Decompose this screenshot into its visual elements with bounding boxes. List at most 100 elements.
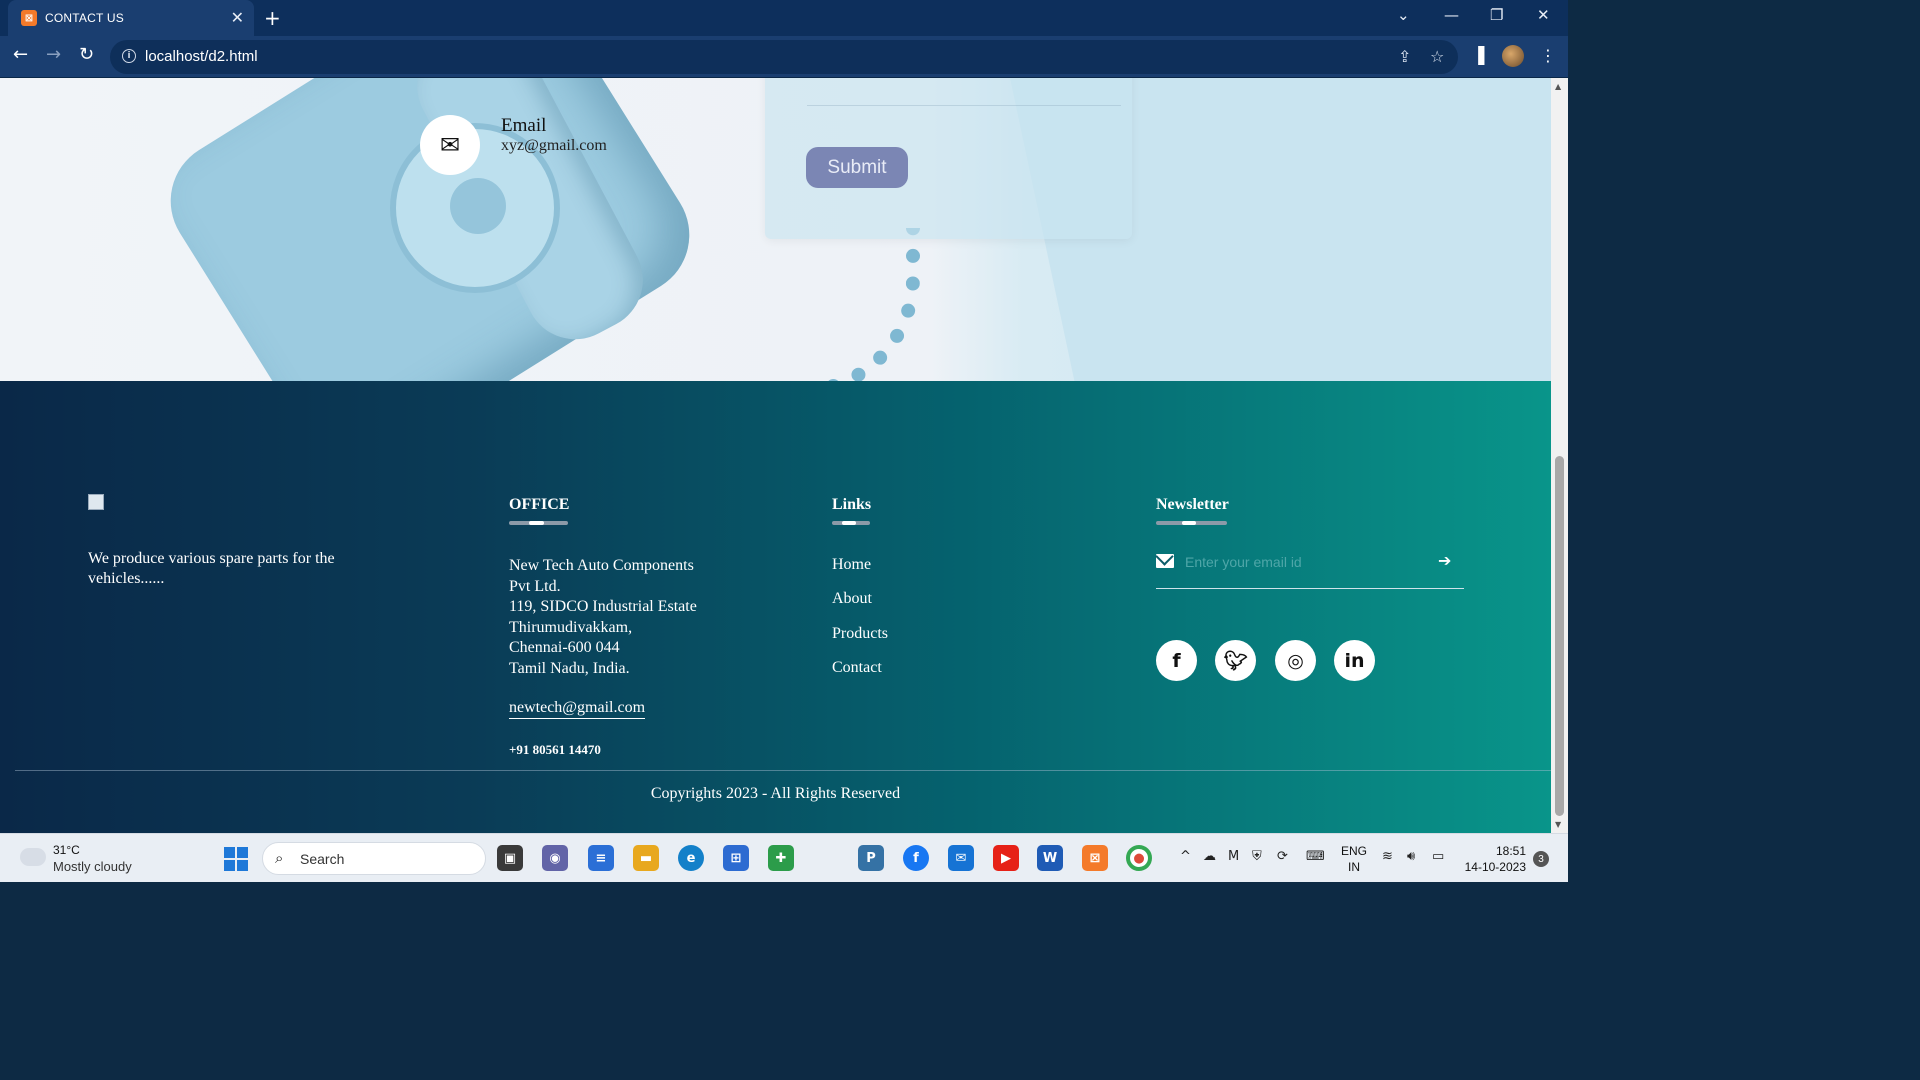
address-line: New Tech Auto Components bbox=[509, 557, 694, 574]
clock-date: 14-10-2023 bbox=[1464, 860, 1526, 874]
browser-tab-contact-us[interactable]: ⊠ CONTACT US ✕ bbox=[8, 0, 254, 36]
address-line: Pvt Ltd. bbox=[509, 577, 561, 595]
close-window-icon[interactable]: ✕ bbox=[1537, 6, 1550, 24]
input-language[interactable]: ENG IN bbox=[1341, 843, 1367, 875]
contact-hero-section: ✉ Email xyz@gmail.com Submit bbox=[0, 78, 1551, 381]
app-installer-icon[interactable]: ✚ bbox=[768, 845, 794, 871]
page-viewport: ✉ Email xyz@gmail.com Submit We produce … bbox=[0, 78, 1551, 833]
notepad-icon[interactable]: ≡ bbox=[588, 845, 614, 871]
battery-icon[interactable]: ▭ bbox=[1432, 849, 1444, 864]
browser-tab-bar: ⊠ CONTACT US ✕ + ⌄ — ❐ ✕ bbox=[0, 0, 1568, 36]
search-icon: ⌕ bbox=[275, 849, 284, 867]
notification-badge[interactable]: 3 bbox=[1533, 851, 1549, 867]
instagram-icon[interactable]: ◎ bbox=[1275, 640, 1316, 681]
teams-chat-icon[interactable]: ◉ bbox=[542, 845, 568, 871]
office-email-link[interactable]: newtech@gmail.com bbox=[509, 699, 646, 719]
bookmark-star-icon[interactable]: ☆ bbox=[1430, 47, 1444, 66]
scroll-down-arrow-icon[interactable]: ▼ bbox=[1555, 820, 1561, 829]
show-hidden-icons-chevron-icon[interactable]: ^ bbox=[1180, 849, 1191, 864]
more-menu-icon[interactable]: ⋮ bbox=[1540, 46, 1556, 65]
side-panel-icon[interactable]: ▐ bbox=[1472, 46, 1484, 65]
office-heading: OFFICE bbox=[509, 496, 570, 513]
minimize-window-icon[interactable]: — bbox=[1444, 6, 1459, 24]
arrow-right-icon[interactable]: ➔ bbox=[1438, 551, 1451, 570]
tab-search-chevron-icon[interactable]: ⌄ bbox=[1397, 6, 1410, 24]
url-text[interactable]: localhost/d2.html bbox=[145, 48, 258, 65]
region-code: IN bbox=[1348, 860, 1360, 874]
reload-icon[interactable]: ↻ bbox=[79, 44, 94, 65]
system-clock[interactable]: 18:51 14-10-2023 bbox=[1464, 843, 1526, 875]
keyboard-icon[interactable]: ⌨ bbox=[1306, 849, 1325, 864]
weather-temperature[interactable]: 31°C bbox=[53, 843, 80, 857]
edge-browser-icon[interactable]: e bbox=[678, 845, 704, 871]
gmail-tray-icon[interactable]: M bbox=[1228, 849, 1239, 864]
security-shield-icon[interactable]: ⛨ bbox=[1252, 849, 1262, 864]
facebook-app-icon[interactable]: f bbox=[903, 845, 929, 871]
page-scrollbar[interactable]: ▲ ▼ bbox=[1551, 78, 1568, 833]
scrollbar-thumb[interactable] bbox=[1555, 456, 1564, 816]
wifi-icon[interactable]: ≋ bbox=[1382, 849, 1393, 864]
word-icon[interactable]: W bbox=[1037, 845, 1063, 871]
tab-close-icon[interactable]: ✕ bbox=[231, 10, 244, 26]
weather-cloud-icon[interactable] bbox=[20, 842, 46, 866]
taskbar-search[interactable]: ⌕ Search bbox=[262, 842, 486, 875]
microsoft-store-icon[interactable]: ⊞ bbox=[723, 845, 749, 871]
office-heading-underline bbox=[509, 521, 568, 525]
newsletter-email-input[interactable] bbox=[1185, 551, 1425, 573]
message-field[interactable] bbox=[807, 78, 1121, 106]
links-heading: Links bbox=[832, 496, 872, 513]
office-address: New Tech Auto Components Pvt Ltd. 119, S… bbox=[509, 556, 739, 679]
footer-divider bbox=[15, 770, 1551, 771]
footer-link-about[interactable]: About bbox=[832, 590, 872, 608]
back-arrow-icon[interactable]: ← bbox=[13, 44, 28, 65]
task-view-icon[interactable]: ▣ bbox=[497, 845, 523, 871]
youtube-icon[interactable]: ▶ bbox=[993, 845, 1019, 871]
profile-avatar[interactable] bbox=[1502, 45, 1524, 67]
mail-icon bbox=[1156, 554, 1174, 568]
restore-window-icon[interactable]: ❐ bbox=[1490, 6, 1503, 24]
newsletter-heading-underline bbox=[1156, 521, 1227, 525]
footer-link-contact[interactable]: Contact bbox=[832, 659, 882, 677]
copyright-text: Copyrights 2023 - All Rights Reserved bbox=[650, 785, 901, 802]
file-explorer-icon[interactable]: ▬ bbox=[633, 845, 659, 871]
address-bar[interactable]: i localhost/d2.html ⇪ ☆ bbox=[110, 40, 1458, 74]
xampp-favicon-icon: ⊠ bbox=[21, 10, 37, 26]
mail-app-icon[interactable]: ✉ bbox=[948, 845, 974, 871]
address-line: Tamil Nadu, India. bbox=[509, 659, 630, 677]
envelope-icon: ✉ bbox=[420, 115, 480, 175]
submit-button[interactable]: Submit bbox=[806, 147, 908, 188]
share-icon[interactable]: ⇪ bbox=[1398, 47, 1411, 66]
newsletter-heading: Newsletter bbox=[1156, 496, 1229, 513]
forward-arrow-icon[interactable]: → bbox=[46, 44, 61, 65]
newsletter-form: ➔ bbox=[1156, 551, 1464, 589]
linkedin-icon[interactable]: in bbox=[1334, 640, 1375, 681]
new-tab-button[interactable]: + bbox=[264, 6, 281, 30]
site-footer: We produce various spare parts for the v… bbox=[0, 381, 1551, 833]
footer-link-products[interactable]: Products bbox=[832, 625, 888, 643]
address-line: Chennai-600 044 bbox=[509, 639, 620, 656]
contact-email-title: Email bbox=[501, 115, 547, 136]
broken-logo-image bbox=[88, 494, 104, 510]
windows-start-icon[interactable] bbox=[224, 847, 248, 871]
rotary-dial-center-image bbox=[450, 178, 506, 234]
scroll-up-arrow-icon[interactable]: ▲ bbox=[1555, 82, 1561, 91]
address-line: 119, SIDCO Industrial Estate bbox=[509, 598, 697, 615]
links-heading-underline bbox=[832, 521, 870, 525]
facebook-icon[interactable]: f bbox=[1156, 640, 1197, 681]
sync-icon[interactable]: ⟳ bbox=[1277, 849, 1288, 864]
clock-time: 18:51 bbox=[1495, 844, 1526, 858]
weather-description[interactable]: Mostly cloudy bbox=[53, 859, 132, 874]
volume-icon[interactable]: 🔊︎ bbox=[1407, 849, 1415, 864]
site-info-icon[interactable]: i bbox=[122, 49, 136, 63]
footer-link-home[interactable]: Home bbox=[832, 556, 871, 574]
onedrive-icon[interactable]: ☁ bbox=[1203, 849, 1216, 864]
tab-title: CONTACT US bbox=[45, 11, 124, 25]
chrome-icon[interactable]: ● bbox=[1126, 845, 1152, 871]
windows-taskbar: 31°C Mostly cloudy ⌕ Search ▣ ◉ ≡ ▬ e ⊞ … bbox=[0, 833, 1568, 882]
xampp-icon[interactable]: ⊠ bbox=[1082, 845, 1108, 871]
contact-form: Submit bbox=[765, 78, 1132, 239]
office-phone: +91 80561 14470 bbox=[509, 742, 601, 757]
about-text: We produce various spare parts for the v… bbox=[88, 550, 335, 587]
python-icon[interactable]: P bbox=[858, 845, 884, 871]
twitter-icon[interactable]: 🐦︎ bbox=[1215, 640, 1256, 681]
